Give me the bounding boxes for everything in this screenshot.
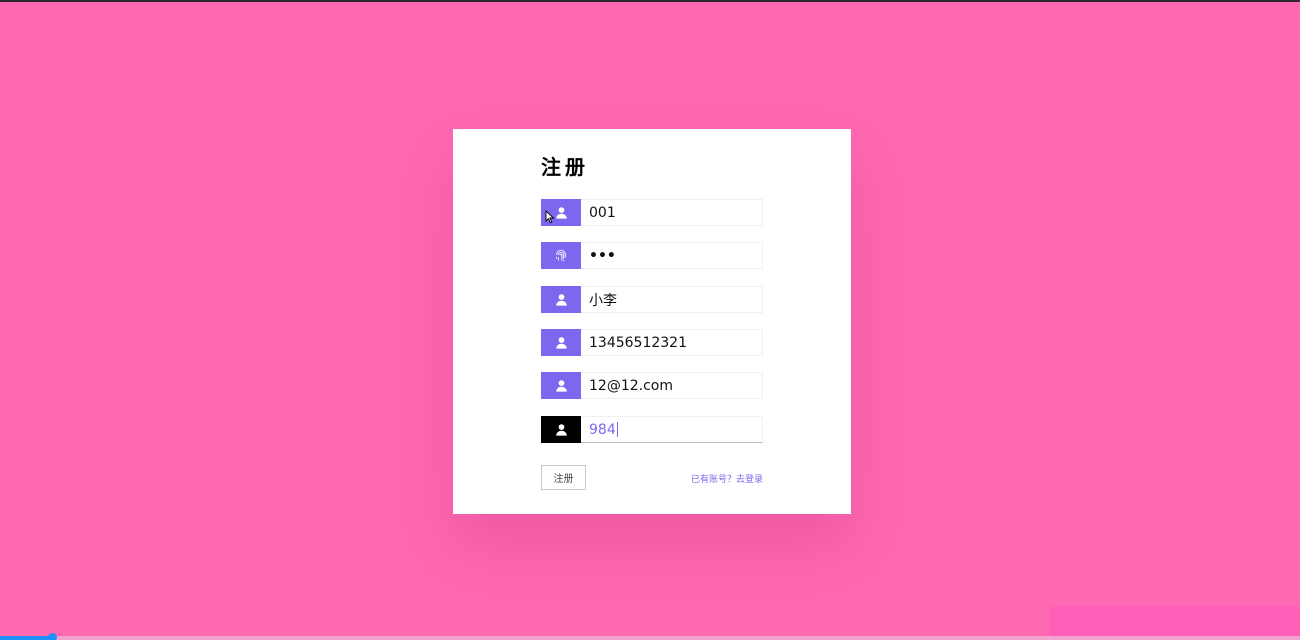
user-icon — [541, 372, 581, 399]
user-icon — [541, 286, 581, 313]
username-row: 001 — [541, 199, 763, 226]
fingerprint-icon — [541, 242, 581, 269]
mouse-pointer-icon — [545, 210, 555, 224]
page-title: 注册 — [541, 155, 589, 179]
window-top-border — [0, 0, 1300, 2]
nickname-row: 小李 — [541, 286, 763, 313]
user-icon — [541, 416, 581, 443]
username-input[interactable]: 001 — [581, 199, 763, 226]
code-input-value: 984 — [589, 421, 616, 438]
password-input[interactable]: ••• — [581, 242, 763, 269]
corner-overlay — [1050, 606, 1300, 636]
progress-knob[interactable] — [48, 633, 57, 640]
progress-fill — [0, 636, 52, 640]
phone-row: 13456512321 — [541, 329, 763, 356]
password-row: ••• — [541, 242, 763, 269]
email-input[interactable]: 12@12.com — [581, 372, 763, 399]
media-progress-bar[interactable] — [0, 633, 1300, 640]
email-row: 12@12.com — [541, 372, 763, 399]
register-button[interactable]: 注册 — [541, 465, 586, 490]
code-row: 984 — [541, 416, 763, 443]
text-caret — [616, 422, 618, 437]
code-input[interactable]: 984 — [581, 416, 763, 443]
register-card: 注册 001 ••• 小李 13456512321 12@12.com 984 … — [453, 129, 851, 514]
go-login-link[interactable]: 已有账号？去登录 — [691, 472, 763, 485]
phone-input[interactable]: 13456512321 — [581, 329, 763, 356]
nickname-input[interactable]: 小李 — [581, 286, 763, 313]
user-icon — [541, 329, 581, 356]
